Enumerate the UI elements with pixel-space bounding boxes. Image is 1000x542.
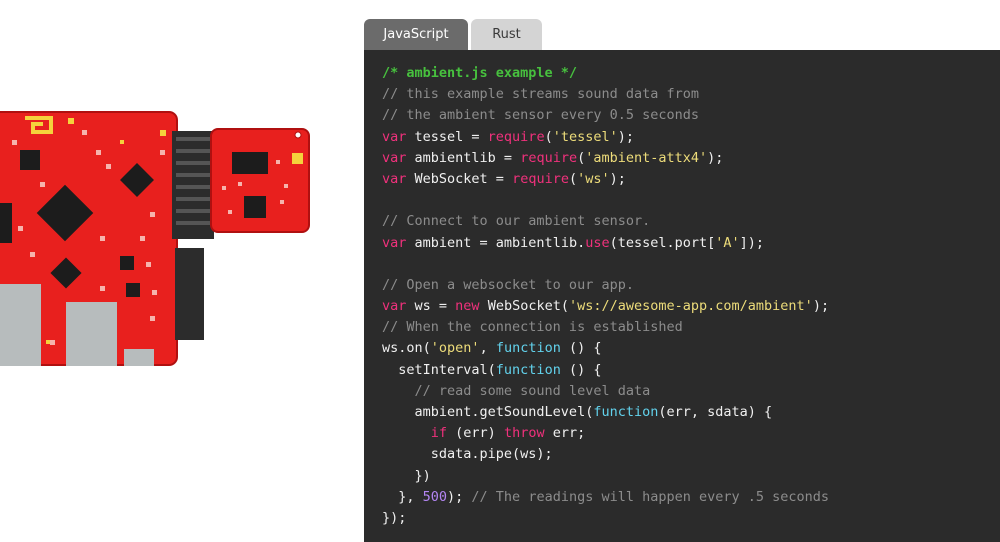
- code-token: // The readings will happen every .5 sec…: [471, 488, 830, 505]
- code-token: 500: [422, 488, 448, 505]
- code-token: new: [455, 298, 480, 315]
- code-line: setInterval(function () {: [382, 360, 829, 381]
- code-token: throw: [503, 425, 545, 442]
- code-token: if: [430, 425, 448, 442]
- code-token: );: [812, 298, 830, 315]
- code-token: },: [382, 488, 423, 505]
- code-line: // When the connection is established: [382, 317, 829, 338]
- code-token: (: [568, 170, 578, 187]
- code-line: ambient.getSoundLevel(function(err, sdat…: [382, 402, 829, 423]
- code-token: tessel =: [406, 128, 488, 145]
- code-token: );: [447, 488, 472, 505]
- code-token: () {: [560, 361, 602, 378]
- code-token: function: [593, 404, 659, 420]
- code-line: }, 500); // The readings will happen eve…: [382, 487, 829, 508]
- code-line: sdata.pipe(ws);: [382, 444, 829, 465]
- code-line: });: [382, 508, 829, 529]
- code-token: require: [512, 170, 569, 187]
- code-token: use: [585, 234, 610, 251]
- code-token: 'ws': [577, 170, 610, 187]
- code-token: 'ambient-attx4': [585, 149, 708, 166]
- code-token: (err): [447, 425, 504, 442]
- code-token: ws.on(: [382, 340, 431, 357]
- code-token: ambient.getSoundLevel(: [382, 404, 594, 420]
- code-token: 'ws://awesome-app.com/ambient': [568, 298, 813, 315]
- code-line: // Connect to our ambient sensor.: [382, 211, 829, 232]
- code-token: WebSocket(: [479, 298, 569, 315]
- code-panel: /* ambient.js example */ // this example …: [364, 50, 1000, 542]
- code-token: (: [577, 149, 586, 166]
- code-token: function: [495, 361, 561, 378]
- code-token: (tessel.port[: [609, 234, 716, 251]
- code-token: );: [617, 128, 635, 145]
- code-line: /* ambient.js example */: [382, 63, 829, 84]
- code-token: ambient = ambientlib.: [406, 234, 586, 251]
- code-token: require: [487, 128, 545, 145]
- code-token: 'tessel': [552, 128, 618, 145]
- tab-javascript[interactable]: JavaScript: [364, 19, 468, 50]
- code-token: 'A': [715, 234, 740, 251]
- code-token: WebSocket =: [406, 170, 513, 187]
- code-token: var: [382, 128, 407, 145]
- code-line: var ws = new WebSocket('ws://awesome-app…: [382, 296, 829, 317]
- code-token: (err, sdata) {: [658, 404, 773, 420]
- code-line: // Open a websocket to our app.: [382, 275, 829, 296]
- code-token: function: [495, 340, 561, 357]
- code-token: ]);: [739, 234, 765, 251]
- code-line: var tessel = require('tessel');: [382, 127, 829, 148]
- code-line: // the ambient sensor every 0.5 seconds: [382, 105, 829, 126]
- ambient-sensor-chip: [292, 153, 303, 164]
- micro-usb-port: [124, 349, 154, 366]
- usb-port-left: [0, 284, 41, 366]
- code-token: }): [382, 467, 431, 484]
- code-token: // Open a websocket to our app.: [382, 276, 634, 293]
- code-token: // Connect to our ambient sensor.: [382, 213, 651, 230]
- code-line: ws.on('open', function () {: [382, 338, 829, 359]
- code-line: var ambient = ambientlib.use(tessel.port…: [382, 233, 829, 254]
- tessel-board-illustration: [0, 111, 310, 366]
- code-line: if (err) throw err;: [382, 423, 829, 444]
- code-line: var ambientlib = require('ambient-attx4'…: [382, 148, 829, 169]
- code-token: err;: [544, 425, 586, 442]
- code-token: // this example streams sound data from: [382, 86, 699, 103]
- code-token: /* ambient.js example */: [382, 65, 578, 81]
- lower-header: [175, 248, 204, 340]
- code-token: var: [382, 149, 407, 166]
- code-line: // read some sound level data: [382, 381, 829, 402]
- code-token: () {: [560, 340, 602, 357]
- tab-rust[interactable]: Rust: [471, 19, 542, 50]
- antenna-dot: [68, 118, 74, 124]
- code-token: ws =: [406, 298, 456, 315]
- usb-port-right: [66, 302, 117, 366]
- code-block: /* ambient.js example */ // this example …: [382, 63, 829, 529]
- code-token: // the ambient sensor every 0.5 seconds: [382, 107, 699, 124]
- code-token: ambientlib =: [406, 149, 521, 166]
- code-token: });: [382, 509, 407, 526]
- code-token: setInterval(: [382, 361, 496, 378]
- code-token: // read some sound level data: [414, 382, 651, 399]
- code-token: ,: [479, 340, 496, 357]
- code-token: var: [382, 234, 407, 251]
- code-line: }): [382, 466, 829, 487]
- code-token: var: [382, 170, 407, 187]
- code-token: require: [520, 149, 578, 166]
- code-line: var WebSocket = require('ws');: [382, 169, 829, 190]
- code-token: sdata.pipe(ws);: [382, 446, 553, 463]
- code-token: // When the connection is established: [382, 319, 683, 336]
- code-token: var: [382, 298, 407, 315]
- code-token: );: [609, 170, 626, 187]
- code-token: );: [707, 149, 724, 166]
- code-token: (: [544, 128, 553, 145]
- code-token: 'open': [430, 340, 480, 357]
- code-line: // this example streams sound data from: [382, 84, 829, 105]
